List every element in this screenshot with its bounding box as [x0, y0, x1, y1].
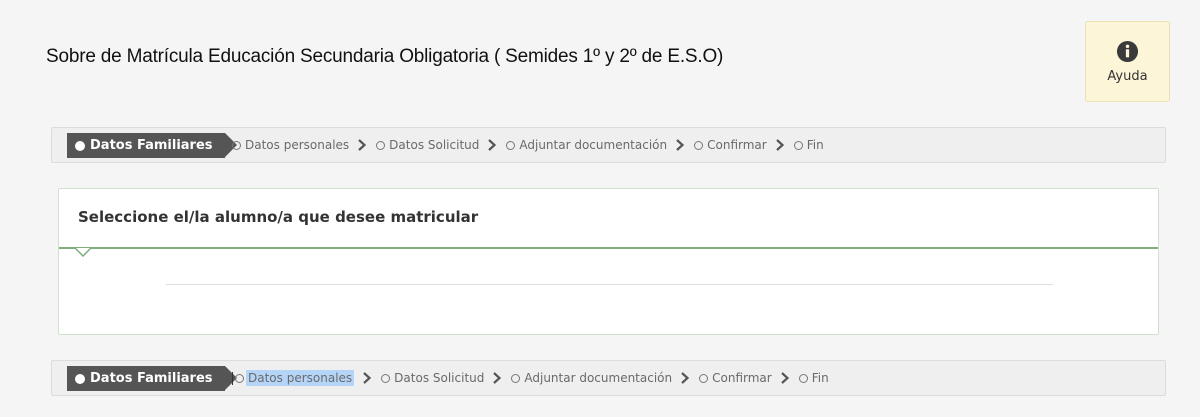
panel-divider	[59, 247, 1158, 249]
circle-icon	[235, 373, 244, 383]
step-label: Datos Solicitud	[394, 371, 485, 385]
help-label: Ayuda	[1107, 69, 1148, 84]
wizard-steps-top: Datos Familiares Datos personales Datos …	[51, 127, 1166, 163]
panel-notch	[75, 248, 91, 257]
step-active-label: Datos Familiares	[90, 371, 213, 386]
step-active-label: Datos Familiares	[90, 138, 213, 153]
circle-icon	[232, 140, 241, 150]
chevron-right-icon	[775, 139, 784, 151]
step-label: Fin	[806, 138, 824, 152]
step-adjuntar-documentacion[interactable]: Adjuntar documentación	[506, 138, 694, 152]
step-active[interactable]: Datos Familiares	[67, 366, 237, 391]
chevron-right-icon	[493, 372, 502, 384]
panel-title: Seleccione el/la alumno/a que desee matr…	[78, 208, 479, 226]
circle-icon	[694, 140, 704, 150]
chevron-right-icon	[363, 372, 372, 384]
step-datos-solicitud[interactable]: Datos Solicitud	[376, 138, 506, 152]
step-confirmar[interactable]: Confirmar	[699, 371, 799, 385]
step-datos-personales[interactable]: Datos personales	[232, 138, 376, 152]
step-fin[interactable]: Fin	[793, 138, 824, 152]
step-adjuntar-documentacion[interactable]: Adjuntar documentación	[511, 371, 699, 385]
step-label: Fin	[811, 371, 829, 385]
text-cursor	[232, 371, 233, 385]
step-label: Adjuntar documentación	[519, 138, 668, 152]
step-confirmar[interactable]: Confirmar	[694, 138, 794, 152]
filled-circle-icon	[75, 373, 85, 384]
step-label-selected: Datos personales	[246, 370, 355, 386]
step-fin[interactable]: Fin	[798, 371, 829, 385]
step-label: Datos personales	[245, 138, 350, 152]
circle-icon	[376, 140, 386, 150]
wizard-steps-bottom: Datos Familiares Datos personales Datos …	[51, 360, 1166, 396]
chevron-right-icon	[676, 139, 685, 151]
student-select-panel: Seleccione el/la alumno/a que desee matr…	[58, 188, 1159, 335]
circle-icon	[798, 373, 808, 383]
chevron-right-icon	[488, 139, 497, 151]
info-icon	[1116, 40, 1139, 63]
help-button[interactable]: Ayuda	[1085, 21, 1170, 102]
step-label: Datos Solicitud	[389, 138, 480, 152]
circle-icon	[699, 373, 709, 383]
step-label: Adjuntar documentación	[524, 371, 673, 385]
page-title: Sobre de Matrícula Educación Secundaria …	[46, 46, 724, 67]
step-label: Confirmar	[712, 371, 772, 385]
circle-icon	[511, 373, 521, 383]
step-datos-personales[interactable]: Datos personales	[232, 370, 381, 386]
chevron-right-icon	[681, 372, 690, 384]
circle-icon	[793, 140, 803, 150]
chevron-right-icon	[358, 139, 367, 151]
step-label: Confirmar	[707, 138, 767, 152]
chevron-right-icon	[780, 372, 789, 384]
step-active[interactable]: Datos Familiares	[67, 133, 237, 158]
step-datos-solicitud[interactable]: Datos Solicitud	[381, 371, 511, 385]
filled-circle-icon	[75, 140, 85, 151]
circle-icon	[381, 373, 391, 383]
student-list-divider	[166, 284, 1053, 285]
circle-icon	[506, 140, 516, 150]
